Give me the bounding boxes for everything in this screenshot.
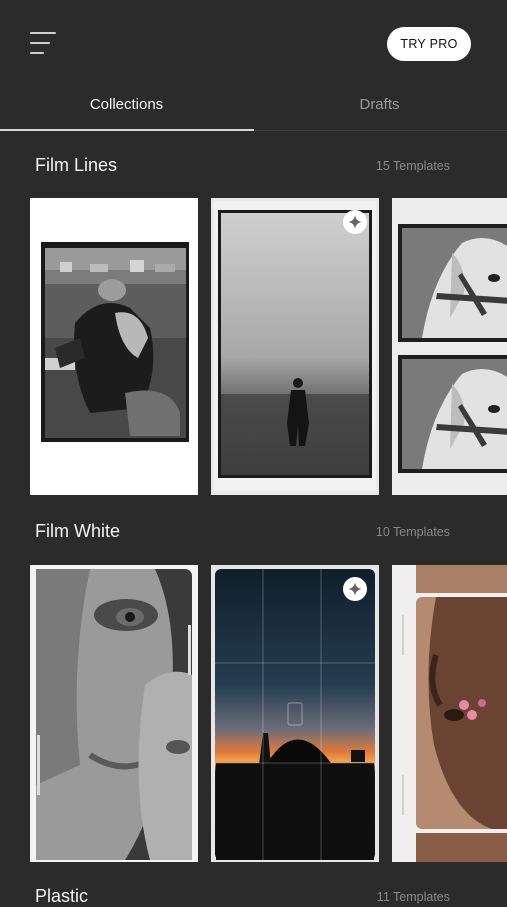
active-tab-indicator	[0, 129, 254, 131]
template-thumbnail	[36, 569, 192, 860]
template-thumbnail	[398, 224, 507, 473]
tab-bar: Collections Drafts	[0, 90, 507, 131]
tab-collections[interactable]: Collections	[0, 96, 253, 113]
hamburger-menu-icon[interactable]	[30, 31, 56, 55]
premium-sparkle-icon[interactable]	[343, 577, 367, 601]
template-thumbnail	[214, 201, 376, 492]
premium-sparkle-icon[interactable]	[343, 210, 367, 234]
app-header: TRY PRO	[0, 0, 507, 90]
template-count: 15 Templates	[375, 159, 450, 173]
collection-title[interactable]: Film White	[35, 521, 120, 542]
collection-title[interactable]: Plastic	[35, 886, 88, 907]
template-card[interactable]	[30, 565, 198, 862]
try-pro-button[interactable]: TRY PRO	[387, 27, 471, 61]
template-card[interactable]	[392, 565, 507, 862]
template-card[interactable]	[211, 565, 379, 862]
template-row	[30, 565, 507, 862]
template-thumbnail	[402, 565, 507, 862]
collection-title[interactable]: Film Lines	[35, 155, 117, 176]
tab-drafts[interactable]: Drafts	[253, 96, 506, 113]
template-thumbnail	[215, 569, 375, 860]
template-card[interactable]	[211, 198, 379, 495]
template-count: 11 Templates	[376, 890, 450, 904]
template-thumbnail	[41, 242, 189, 442]
template-row	[30, 198, 507, 495]
template-card[interactable]	[392, 198, 507, 495]
template-card[interactable]	[30, 198, 198, 495]
template-count: 10 Templates	[375, 525, 450, 539]
